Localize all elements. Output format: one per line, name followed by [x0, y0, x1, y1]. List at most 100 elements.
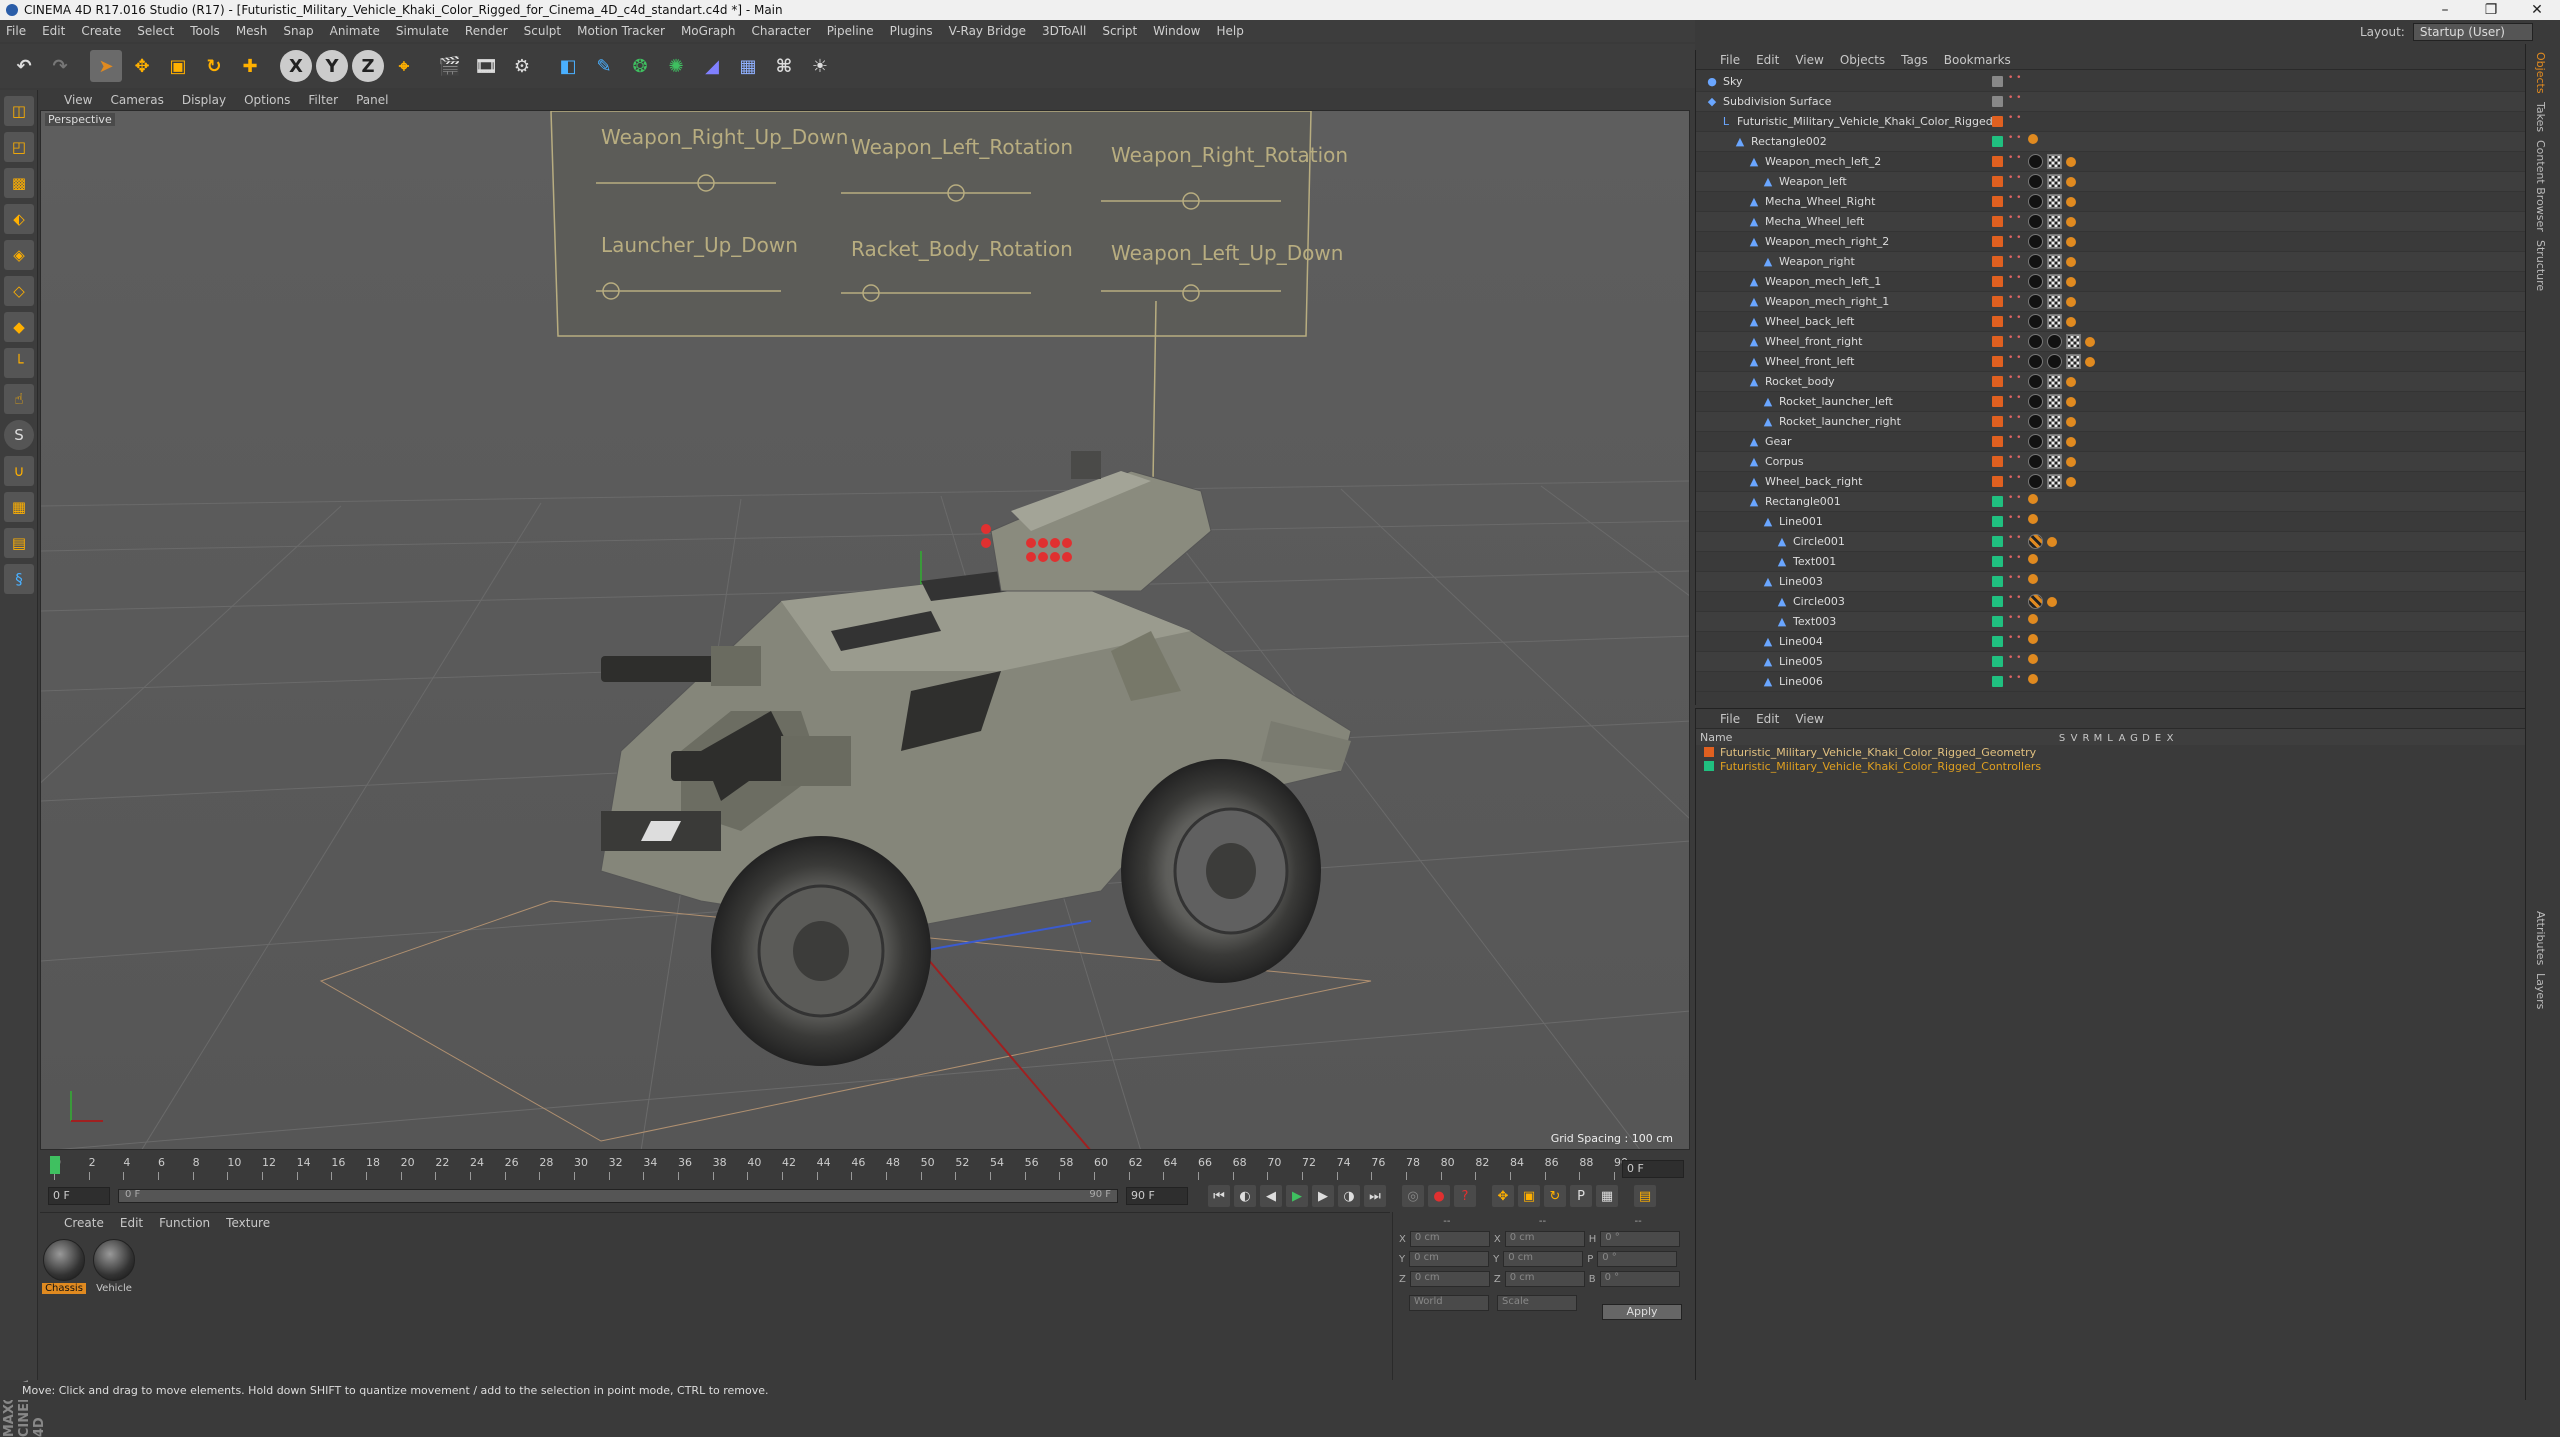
layer-color-swatch[interactable]	[1992, 456, 2003, 467]
texture-tag-icon[interactable]	[2047, 154, 2062, 169]
texture-tag-icon[interactable]	[2047, 374, 2062, 389]
object-row[interactable]: ● Sky • •	[1696, 72, 2526, 92]
object-menu-tags[interactable]: Tags	[1901, 53, 1928, 67]
display-tag-icon[interactable]	[2028, 514, 2038, 524]
pen-icon[interactable]: ✎	[588, 50, 620, 82]
object-row[interactable]: ▲ Line006 • •	[1696, 672, 2526, 692]
display-tag-icon[interactable]	[2028, 634, 2038, 644]
material-tag-icon[interactable]	[2028, 274, 2043, 289]
material-tag-icon[interactable]	[2028, 434, 2043, 449]
planar-workplane-icon[interactable]: ▤	[4, 528, 34, 558]
material-tag-icon[interactable]	[2028, 354, 2043, 369]
visibility-dots-icon[interactable]: • •	[2008, 434, 2021, 443]
layer-color-swatch[interactable]	[1992, 396, 2003, 407]
visibility-dots-icon[interactable]: • •	[2008, 174, 2021, 183]
object-row[interactable]: ▲ Rectangle001 • •	[1696, 492, 2526, 512]
object-row[interactable]: L Futuristic_Military_Vehicle_Khaki_Color…	[1696, 112, 2526, 132]
prev-key-icon[interactable]: ◐	[1234, 1185, 1256, 1207]
current-frame-field[interactable]: 0 F	[1622, 1160, 1684, 1178]
object-row[interactable]: ▲ Mecha_Wheel_left • •	[1696, 212, 2526, 232]
texture-tag-icon[interactable]	[2047, 474, 2062, 489]
visibility-dots-icon[interactable]: • •	[2008, 94, 2021, 103]
visibility-dots-icon[interactable]: • •	[2008, 634, 2021, 643]
material-menu-texture[interactable]: Texture	[226, 1216, 270, 1230]
make-editable-icon[interactable]: ◫	[4, 96, 34, 126]
object-row[interactable]: ◆ Subdivision Surface • •	[1696, 92, 2526, 112]
redo-icon[interactable]: ↷	[44, 50, 76, 82]
viewport-menu-options[interactable]: Options	[244, 93, 290, 107]
object-row[interactable]: ▲ Gear • •	[1696, 432, 2526, 452]
visibility-dots-icon[interactable]: • •	[2008, 574, 2021, 583]
move-icon[interactable]: ✥	[126, 50, 158, 82]
texture-tag-icon[interactable]	[2066, 334, 2081, 349]
visibility-dots-icon[interactable]: • •	[2008, 314, 2021, 323]
constraint-tag-icon[interactable]	[2028, 534, 2043, 549]
viewport-menu-panel[interactable]: Panel	[356, 93, 388, 107]
viewport-menu-display[interactable]: Display	[182, 93, 226, 107]
rotation-h-field[interactable]: 0 °	[1600, 1231, 1681, 1247]
display-tag-icon[interactable]	[2028, 674, 2038, 684]
display-tag-icon[interactable]	[2085, 336, 2095, 347]
material-tag-icon[interactable]	[2028, 154, 2043, 169]
object-row[interactable]: ▲ Weapon_mech_right_2 • •	[1696, 232, 2526, 252]
material-tag-icon[interactable]	[2047, 354, 2062, 369]
coord-mode-dropdown[interactable]: World	[1409, 1295, 1489, 1311]
menu-item-edit[interactable]: Edit	[42, 24, 65, 38]
layer-color-swatch[interactable]	[1992, 576, 2003, 587]
constraint-tag-icon[interactable]	[2028, 594, 2043, 609]
material-tag-icon[interactable]	[2028, 414, 2043, 429]
layer-color-swatch[interactable]	[1992, 496, 2003, 507]
record-icon[interactable]: ◎	[1402, 1185, 1424, 1207]
texture-tag-icon[interactable]	[2047, 234, 2062, 249]
object-row[interactable]: ▲ Weapon_left • •	[1696, 172, 2526, 192]
menu-item-simulate[interactable]: Simulate	[396, 24, 449, 38]
close-button[interactable]: ✕	[2514, 2, 2560, 18]
object-row[interactable]: ▲ Text001 • •	[1696, 552, 2526, 572]
menu-item-mesh[interactable]: Mesh	[236, 24, 268, 38]
material-tag-icon[interactable]	[2028, 214, 2043, 229]
layer-menu-file[interactable]: File	[1720, 712, 1740, 726]
display-tag-icon[interactable]	[2066, 256, 2076, 267]
material-menu-create[interactable]: Create	[64, 1216, 104, 1230]
hud-label[interactable]: Weapon_Left_Rotation	[851, 135, 1073, 159]
material-tag-icon[interactable]	[2028, 454, 2043, 469]
object-row[interactable]: ▲ Line005 • •	[1696, 652, 2526, 672]
layer-menu-view[interactable]: View	[1795, 712, 1823, 726]
menu-item-render[interactable]: Render	[465, 24, 508, 38]
material-tag-icon[interactable]	[2028, 294, 2043, 309]
menu-item-v-ray-bridge[interactable]: V-Ray Bridge	[949, 24, 1026, 38]
visibility-dots-icon[interactable]: • •	[2008, 114, 2021, 123]
rotation-p-field[interactable]: 0 °	[1597, 1251, 1678, 1267]
material-tag-icon[interactable]	[2028, 394, 2043, 409]
texture-tag-icon[interactable]	[2047, 414, 2062, 429]
texture-tag-icon[interactable]	[2047, 394, 2062, 409]
menu-item-window[interactable]: Window	[1153, 24, 1200, 38]
tweak-icon[interactable]: ☝	[4, 384, 34, 414]
apply-button[interactable]: Apply	[1602, 1304, 1682, 1320]
layer-color-swatch[interactable]	[1992, 516, 2003, 527]
menu-item-select[interactable]: Select	[137, 24, 174, 38]
layer-color-swatch[interactable]	[1992, 476, 2003, 487]
layer-color-swatch[interactable]	[1992, 156, 2003, 167]
display-tag-icon[interactable]	[2066, 156, 2076, 167]
scale-icon[interactable]: ▣	[162, 50, 194, 82]
layer-color-swatch[interactable]	[1992, 616, 2003, 627]
layer-color-swatch[interactable]	[1992, 276, 2003, 287]
visibility-dots-icon[interactable]: • •	[2008, 674, 2021, 683]
rotate-icon[interactable]: ↻	[198, 50, 230, 82]
render-pic-icon[interactable]: 🎞	[470, 50, 502, 82]
display-tag-icon[interactable]	[2066, 296, 2076, 307]
rotation-b-field[interactable]: 0 °	[1599, 1271, 1680, 1287]
scale-y-field[interactable]: 0 cm	[1503, 1251, 1584, 1267]
side-tab-layers[interactable]: Layers	[2534, 973, 2547, 1009]
scale-z-field[interactable]: 0 cm	[1504, 1271, 1585, 1287]
object-row[interactable]: ▲ Mecha_Wheel_Right • •	[1696, 192, 2526, 212]
display-tag-icon[interactable]	[2047, 596, 2057, 607]
layer-color-swatch[interactable]	[1992, 116, 2003, 127]
layer-color-swatch[interactable]	[1992, 296, 2003, 307]
layer-color-swatch[interactable]	[1992, 356, 2003, 367]
create-icon[interactable]: ✚	[234, 50, 266, 82]
layer-color-swatch[interactable]	[1992, 196, 2003, 207]
start-frame-field[interactable]: 0 F	[48, 1187, 110, 1205]
viewport-menu-view[interactable]: View	[64, 93, 92, 107]
